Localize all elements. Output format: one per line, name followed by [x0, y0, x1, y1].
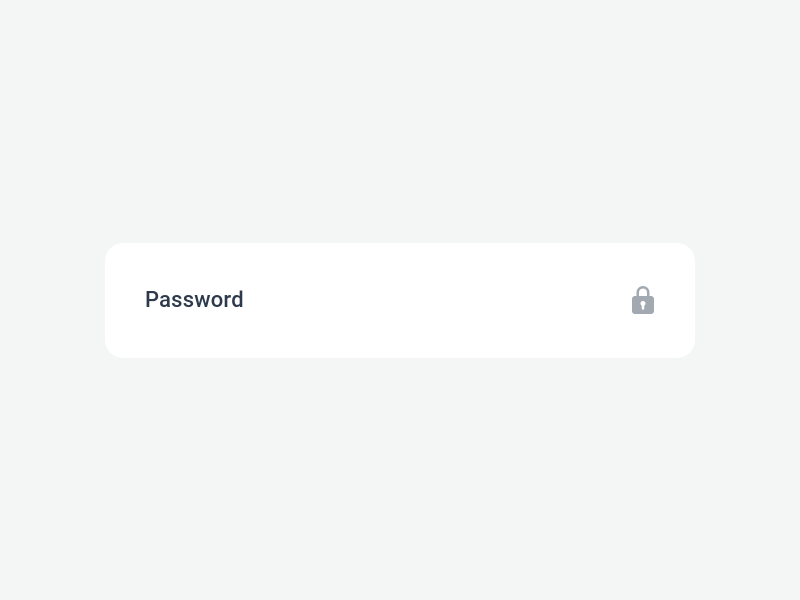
lock-icon — [631, 285, 655, 315]
password-field[interactable]: Password — [105, 243, 695, 358]
password-label: Password — [145, 288, 244, 313]
